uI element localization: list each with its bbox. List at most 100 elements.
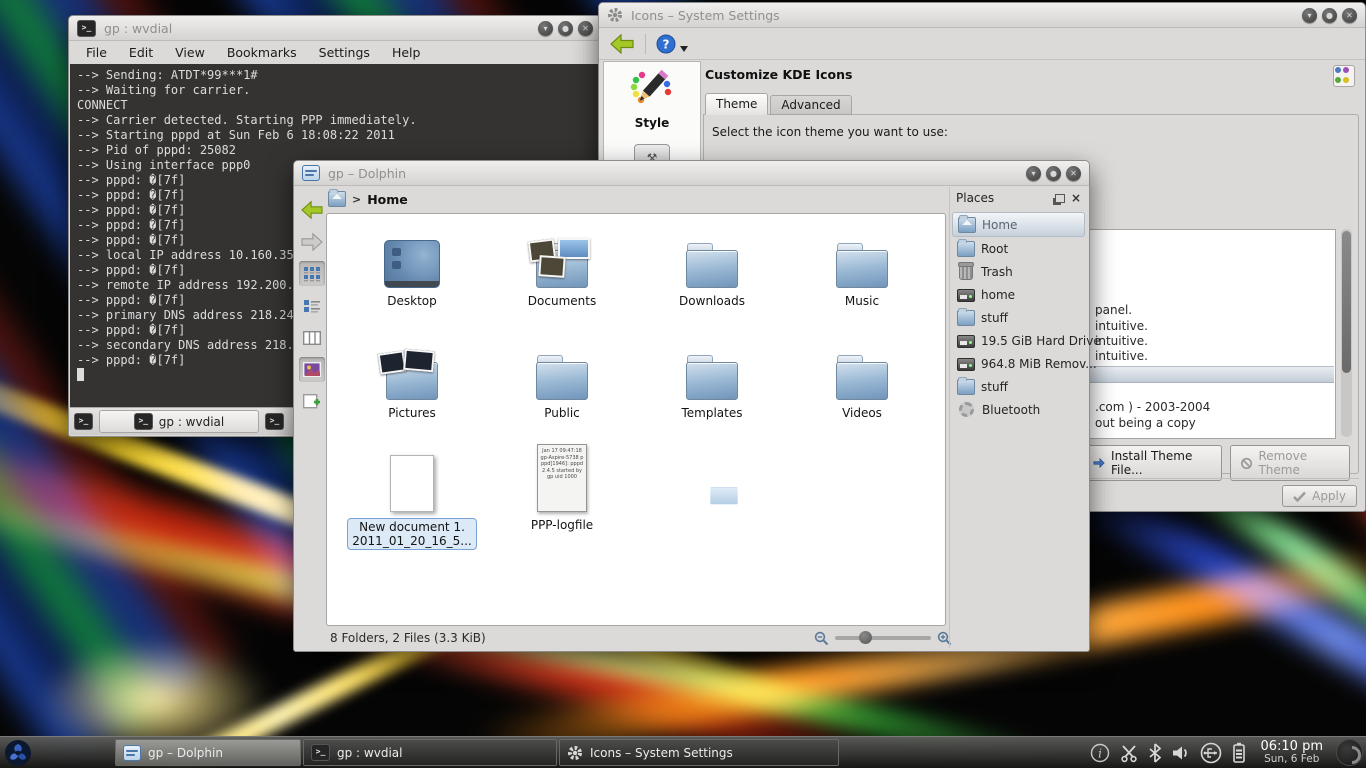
konsole-tab-label: gp : wvdial <box>159 415 224 429</box>
details-view-button[interactable] <box>299 293 325 318</box>
back-button[interactable] <box>299 197 325 222</box>
install-theme-button[interactable]: Install Theme File... <box>1082 445 1222 481</box>
file-label: Pictures <box>388 406 436 420</box>
info-icon[interactable]: i <box>1090 743 1110 763</box>
zoom-out-icon[interactable] <box>814 631 829 646</box>
svg-text:?: ? <box>663 37 670 51</box>
gear-icon <box>567 745 583 761</box>
app-launcher-icon[interactable] <box>3 739 33 767</box>
task-button-dolphin[interactable]: gp – Dolphin <box>115 739 301 766</box>
panel-cashew-icon[interactable] <box>1336 739 1363 766</box>
split-view-button[interactable] <box>299 389 325 414</box>
dolphin-titlebar[interactable]: gp – Dolphin ▾ ● ✕ <box>294 161 1089 186</box>
file-label-line: New document 1. <box>359 520 465 534</box>
file-item-downloads[interactable]: Downloads <box>637 222 787 334</box>
columns-view-button[interactable] <box>299 325 325 350</box>
chevron-down-icon[interactable] <box>680 46 688 52</box>
maximize-button[interactable]: ● <box>558 21 573 36</box>
page-title: Customize KDE Icons <box>705 67 852 82</box>
tab-theme[interactable]: Theme <box>705 93 768 115</box>
file-item-templates[interactable]: Templates <box>637 334 787 446</box>
file-item-desktop[interactable]: Desktop <box>337 222 487 334</box>
clipboard-scissors-icon[interactable] <box>1119 743 1139 763</box>
sidebar-item-style[interactable]: Style <box>604 62 700 130</box>
places-item-hard-drive[interactable]: 19.5 GiB Hard Drive <box>952 329 1085 352</box>
places-item-label: Bluetooth <box>982 403 1040 417</box>
dolphin-window: gp – Dolphin ▾ ● ✕ > Home <box>293 160 1090 652</box>
places-item-trash[interactable]: Trash <box>952 260 1085 283</box>
file-item-ppp-logfile[interactable]: Jan 17 09:47:18 gp-Aspire-5738 pppd[1946… <box>487 446 637 558</box>
close-button[interactable]: ✕ <box>578 21 593 36</box>
apply-button[interactable]: Apply <box>1282 485 1357 507</box>
remove-theme-button[interactable]: Remove Theme <box>1230 445 1350 481</box>
places-item-home[interactable]: Home <box>952 212 1085 237</box>
konsole-titlebar[interactable]: >_ gp : wvdial ▾ ● ✕ <box>69 16 601 41</box>
konsole-menubar: File Edit View Bookmarks Settings Help <box>69 41 601 63</box>
places-item-stuff[interactable]: stuff <box>952 306 1085 329</box>
places-item-label: 964.8 MiB Remov... <box>981 357 1097 371</box>
file-item-new-document[interactable]: New document 1. 2011_01_20_16_5... <box>337 446 487 558</box>
places-item-root[interactable]: Root <box>952 237 1085 260</box>
file-label: Templates <box>681 406 742 420</box>
file-item-videos[interactable]: Videos <box>787 334 937 446</box>
back-button[interactable] <box>609 33 635 55</box>
terminal-line: --> Carrier detected. Starting PPP immed… <box>77 113 593 128</box>
help-icon[interactable]: ? <box>656 34 676 54</box>
places-item-removable[interactable]: 964.8 MiB Remov... <box>952 352 1085 375</box>
module-help-icon[interactable] <box>1333 65 1355 87</box>
volume-icon[interactable] <box>1171 744 1191 762</box>
file-item-public[interactable]: Public <box>487 334 637 446</box>
battery-icon[interactable] <box>1231 742 1247 764</box>
dolphin-statusbar: 8 Folders, 2 Files (3.3 KiB) <box>296 627 958 649</box>
places-item-label: home <box>981 288 1015 302</box>
scrollbar-thumb[interactable] <box>1342 231 1351 373</box>
close-button[interactable]: ✕ <box>1342 8 1357 23</box>
new-tab-button[interactable]: >_ <box>74 413 93 430</box>
folder-view[interactable]: Desktop Documents Downloads Music <box>326 213 946 626</box>
icons-view-button[interactable] <box>299 261 325 286</box>
menu-file[interactable]: File <box>77 44 116 61</box>
float-panel-icon[interactable] <box>1055 194 1065 203</box>
zoom-slider-thumb[interactable] <box>859 631 872 644</box>
file-item-pictures[interactable]: Pictures <box>337 334 487 446</box>
places-item-home-partition[interactable]: home <box>952 283 1085 306</box>
places-item-stuff-2[interactable]: stuff <box>952 375 1085 398</box>
scrollbar[interactable] <box>1341 229 1352 437</box>
minimize-button[interactable]: ▾ <box>1302 8 1317 23</box>
minimize-button[interactable]: ▾ <box>538 21 553 36</box>
tab-advanced[interactable]: Advanced <box>770 95 851 115</box>
task-button-system-settings[interactable]: Icons – System Settings <box>559 739 839 766</box>
zoom-slider[interactable] <box>835 636 931 640</box>
close-panel-icon[interactable]: × <box>1071 193 1081 203</box>
forward-button[interactable] <box>299 229 325 254</box>
menu-help[interactable]: Help <box>383 44 430 61</box>
konsole-tab[interactable]: >_ gp : wvdial <box>99 410 259 433</box>
menu-bookmarks[interactable]: Bookmarks <box>218 44 306 61</box>
theme-description-fragment: out being a copy <box>1095 416 1196 430</box>
menu-edit[interactable]: Edit <box>120 44 162 61</box>
maximize-button[interactable]: ● <box>1046 166 1061 181</box>
konsole-title: gp : wvdial <box>104 21 172 36</box>
folder-icon <box>836 362 888 400</box>
places-item-bluetooth[interactable]: Bluetooth <box>952 398 1085 421</box>
breadcrumb[interactable]: > Home <box>328 188 408 210</box>
tab-list-button[interactable]: >_ <box>265 413 284 430</box>
minimize-button[interactable]: ▾ <box>1026 166 1041 181</box>
clock-time: 06:10 pm <box>1260 740 1323 753</box>
menu-settings[interactable]: Settings <box>310 44 379 61</box>
digital-clock[interactable]: 06:10 pm Sun, 6 Feb <box>1260 740 1323 766</box>
device-notifier-usb-icon[interactable] <box>1200 742 1222 764</box>
bluetooth-icon[interactable] <box>1148 743 1162 763</box>
system-settings-titlebar[interactable]: Icons – System Settings ▾ ● ✕ <box>599 3 1365 28</box>
terminal-line: --> Pid of pppd: 25082 <box>77 143 593 158</box>
close-button[interactable]: ✕ <box>1066 166 1081 181</box>
menu-view[interactable]: View <box>166 44 214 61</box>
file-label-line: 2011_01_20_16_5... <box>352 534 471 548</box>
breadcrumb-home[interactable]: Home <box>367 192 408 207</box>
preview-button[interactable] <box>299 357 325 382</box>
file-item-music[interactable]: Music <box>787 222 937 334</box>
maximize-button[interactable]: ● <box>1322 8 1337 23</box>
file-item-documents[interactable]: Documents <box>487 222 637 334</box>
apply-label: Apply <box>1312 489 1346 503</box>
task-button-wvdial[interactable]: >_ gp : wvdial <box>303 739 557 766</box>
